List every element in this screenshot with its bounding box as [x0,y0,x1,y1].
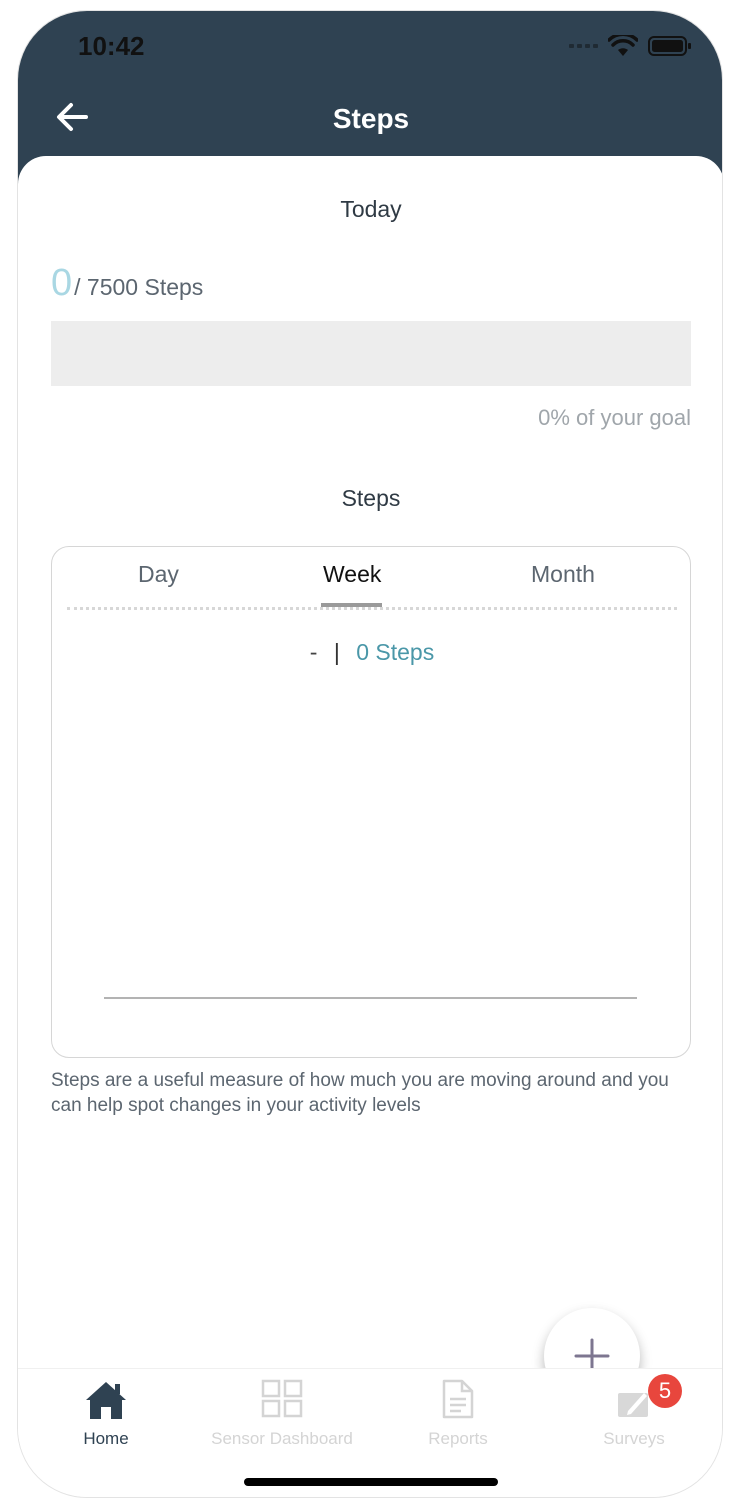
steps-count: 0 / 7500 Steps [51,262,203,305]
main-content[interactable]: Today 0 / 7500 Steps 0% of your goal Ste… [18,156,722,1404]
range-date: - [309,639,318,665]
pencil-icon [546,1379,722,1421]
goal-percent: 0% of your goal [538,405,691,430]
home-indicator [244,1478,498,1486]
tabs-divider [67,607,677,610]
goal-progress-bar [51,321,691,386]
cellular-signal-icon [569,44,598,48]
tab-sensor-dashboard[interactable]: Sensor Dashboard [194,1369,370,1469]
tab-home[interactable]: Home [18,1369,194,1469]
bottom-tab-bar: Home Sensor Dashboard Reports 5 Surveys [18,1368,722,1497]
tab-surveys[interactable]: 5 Surveys [546,1369,722,1469]
steps-chart[interactable] [52,677,692,1017]
steps-section-title: Steps [341,485,401,511]
tab-reports-label: Reports [428,1429,488,1448]
steps-chart-svg [104,997,637,999]
current-steps: 0 [51,262,73,304]
tab-sensor-dashboard-label: Sensor Dashboard [211,1429,353,1448]
grid-icon [194,1379,370,1421]
steps-chart-card: Day Week Month - | 0 Steps [51,546,691,1058]
document-icon [370,1379,546,1421]
wifi-icon [608,35,638,56]
home-icon [18,1379,194,1421]
today-label: Today [340,196,402,222]
range-separator: | [333,639,340,665]
tab-surveys-label: Surveys [603,1429,665,1448]
tab-month[interactable]: Month [531,561,595,588]
tab-day[interactable]: Day [138,561,179,588]
battery-icon [648,36,691,56]
status-icons [569,35,692,57]
phone-frame: 10:42 Steps Today 0 / 7500 Steps 0% of y… [17,10,723,1498]
period-tabs: Day Week Month [52,547,692,610]
tab-reports[interactable]: Reports [370,1369,546,1469]
tab-home-label: Home [83,1429,129,1448]
chart-range-summary: - | 0 Steps [52,639,692,666]
surveys-badge: 5 [648,1374,682,1408]
steps-goal: / 7500 Steps [74,274,204,300]
status-time: 10:42 [78,31,145,61]
page-title: Steps [332,103,410,134]
tab-week[interactable]: Week [323,561,381,588]
range-steps-value: 0 Steps [356,639,435,665]
steps-info-note: Steps are a useful measure of how much y… [51,1070,669,1116]
